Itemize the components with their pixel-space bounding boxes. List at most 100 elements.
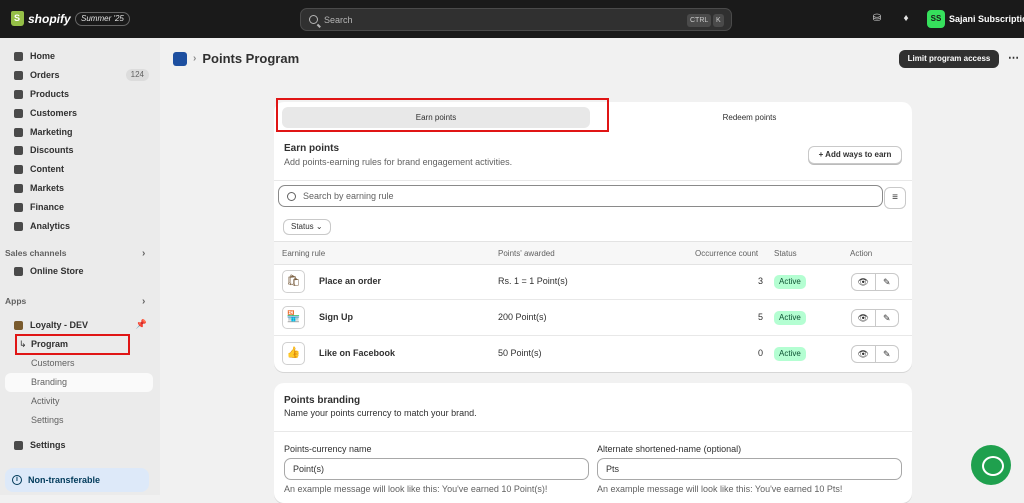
sidebar-subitem-program[interactable] bbox=[5, 373, 153, 392]
table-row[interactable]: 🏪 Sign Up 200 Point(s) 5 Active 👁 ✎ bbox=[274, 300, 912, 336]
limit-program-access-button[interactable]: Limit program access bbox=[899, 50, 999, 68]
pencil-icon[interactable]: ✎ bbox=[876, 346, 899, 362]
sidebar-item-loyalty-app[interactable]: Loyalty - DEV 📌 bbox=[5, 316, 151, 334]
filter-sort-icon[interactable]: ≡ bbox=[884, 187, 906, 209]
chevron-right-icon: › bbox=[142, 296, 146, 307]
sidebar-subitem-settings[interactable]: Settings bbox=[31, 415, 64, 425]
sidebar-item-label: Finance bbox=[30, 202, 65, 212]
currency-name-value: Point(s) bbox=[293, 464, 325, 474]
sidebar-item-marketing[interactable]: Marketing bbox=[5, 123, 151, 141]
sidebar-item-label: Loyalty - DEV bbox=[30, 320, 89, 330]
column-header: Action bbox=[850, 249, 873, 258]
currency-name-input[interactable]: Point(s) bbox=[284, 458, 589, 480]
earn-points-card: Earn points Redeem points Earn points Ad… bbox=[274, 102, 912, 372]
earn-points-description: Add points-earning rules for brand engag… bbox=[284, 157, 513, 167]
column-header: Earning rule bbox=[282, 249, 326, 258]
points-awarded: Rs. 1 = 1 Point(s) bbox=[498, 276, 568, 286]
brand-name: shopify bbox=[28, 11, 71, 26]
bank-icon bbox=[14, 202, 23, 212]
sidebar-item-label: Customers bbox=[30, 108, 78, 118]
sidebar-subitem-branding[interactable]: Branding bbox=[31, 377, 67, 387]
sidebar-item-analytics[interactable]: Analytics bbox=[5, 217, 151, 235]
chat-support-icon[interactable] bbox=[971, 445, 1011, 485]
sidebar-item-finance[interactable]: Finance bbox=[5, 198, 151, 216]
global-search[interactable]: Search CTRL K bbox=[300, 8, 732, 31]
info-icon: i bbox=[12, 475, 22, 485]
eye-icon[interactable]: 👁 bbox=[852, 274, 876, 290]
row-actions: 👁 ✎ bbox=[851, 273, 899, 291]
sales-channels-section[interactable]: Sales channels › bbox=[5, 248, 145, 259]
row-actions: 👁 ✎ bbox=[851, 345, 899, 363]
status-badge: Active bbox=[774, 311, 806, 325]
eye-icon[interactable]: 👁 bbox=[852, 310, 876, 326]
short-name-input[interactable]: Pts bbox=[597, 458, 902, 480]
sidebar-item-content[interactable]: Content bbox=[5, 160, 151, 178]
shortcut-ctrl: CTRL bbox=[687, 14, 712, 27]
occurrence-count: 0 bbox=[757, 348, 763, 358]
add-ways-to-earn-button[interactable]: + Add ways to earn bbox=[808, 146, 902, 164]
orders-icon bbox=[14, 70, 23, 80]
target-icon bbox=[14, 127, 23, 137]
points-branding-heading: Points branding bbox=[284, 395, 361, 406]
sidebar-item-markets[interactable]: Markets bbox=[5, 179, 151, 197]
search-icon bbox=[309, 15, 318, 24]
globe-icon bbox=[14, 183, 23, 193]
top-bar: shopify Summer '25 Search CTRL K ⛁ ♦ SS … bbox=[0, 0, 1024, 38]
highlight-box-program bbox=[15, 334, 130, 355]
divider bbox=[274, 431, 912, 432]
search-icon bbox=[287, 191, 296, 201]
earning-rule-search-input[interactable]: Search by earning rule bbox=[278, 185, 883, 207]
tab-redeem-points[interactable]: Redeem points bbox=[594, 107, 905, 128]
page-title-text: Points Program bbox=[202, 51, 300, 66]
sidebar: Home Orders 124 Products Customers Market… bbox=[0, 38, 160, 495]
sidebar-item-label: Home bbox=[30, 51, 56, 61]
shopify-bag-icon bbox=[11, 11, 24, 26]
edition-badge[interactable]: Summer '25 bbox=[75, 12, 130, 26]
status-badge: Active bbox=[774, 347, 806, 361]
rule-name: Sign Up bbox=[319, 312, 353, 322]
store-name[interactable]: Sajani Subscription bbox=[949, 14, 1024, 24]
sidebar-item-online-store[interactable]: Online Store bbox=[5, 262, 151, 280]
pencil-icon[interactable]: ✎ bbox=[876, 310, 899, 326]
more-actions-icon[interactable]: ⋯ bbox=[1008, 51, 1019, 64]
sidebar-item-products[interactable]: Products bbox=[5, 85, 151, 103]
bell-icon[interactable]: ♦ bbox=[900, 13, 912, 25]
storefront-icon bbox=[14, 266, 23, 276]
sidebar-item-label: Orders bbox=[30, 70, 60, 80]
table-header: Earning rule Points' awarded Occurrence … bbox=[274, 241, 912, 265]
database-icon[interactable]: ⛁ bbox=[871, 13, 883, 25]
status-filter-button[interactable]: Status ⌄ bbox=[283, 219, 331, 235]
row-actions: 👁 ✎ bbox=[851, 309, 899, 327]
search-placeholder: Search by earning rule bbox=[303, 191, 394, 201]
sidebar-item-settings[interactable]: Settings bbox=[5, 436, 151, 454]
shopify-logo[interactable]: shopify bbox=[11, 11, 71, 26]
pencil-icon[interactable]: ✎ bbox=[876, 274, 899, 290]
sidebar-item-label: Content bbox=[30, 164, 64, 174]
sidebar-item-customers[interactable]: Customers bbox=[5, 104, 151, 122]
non-transferable-banner[interactable]: i Non-transferable bbox=[5, 468, 149, 492]
sidebar-item-orders[interactable]: Orders 124 bbox=[5, 66, 151, 84]
sidebar-item-label: Markets bbox=[30, 183, 65, 193]
divider bbox=[274, 180, 912, 181]
short-name-value: Pts bbox=[606, 464, 620, 474]
highlight-box-earn-tab bbox=[276, 98, 609, 132]
section-label: Sales channels bbox=[5, 248, 67, 258]
tag-icon bbox=[14, 89, 23, 99]
sidebar-item-home[interactable]: Home bbox=[5, 47, 151, 65]
sidebar-subitem-activity[interactable]: Activity bbox=[31, 396, 60, 406]
pin-icon[interactable]: 📌 bbox=[136, 319, 147, 330]
eye-icon[interactable]: 👁 bbox=[852, 346, 876, 362]
shortcut-k: K bbox=[713, 14, 724, 27]
table-row[interactable]: 🛍 Place an order Rs. 1 = 1 Point(s) 3 Ac… bbox=[274, 264, 912, 300]
thumbs-up-icon: 👍 bbox=[282, 342, 305, 365]
table-row[interactable]: 👍 Like on Facebook 50 Point(s) 0 Active … bbox=[274, 336, 912, 372]
sidebar-item-discounts[interactable]: Discounts bbox=[5, 141, 151, 159]
apps-section[interactable]: Apps › bbox=[5, 296, 145, 307]
points-branding-card: Points branding Name your points currenc… bbox=[274, 383, 912, 503]
rule-name: Place an order bbox=[319, 276, 382, 286]
avatar[interactable]: SS bbox=[927, 10, 945, 28]
section-label: Apps bbox=[5, 296, 27, 306]
loyalty-app-icon bbox=[14, 320, 23, 330]
bar-chart-icon bbox=[14, 221, 23, 231]
sidebar-subitem-customers[interactable]: Customers bbox=[31, 358, 75, 368]
